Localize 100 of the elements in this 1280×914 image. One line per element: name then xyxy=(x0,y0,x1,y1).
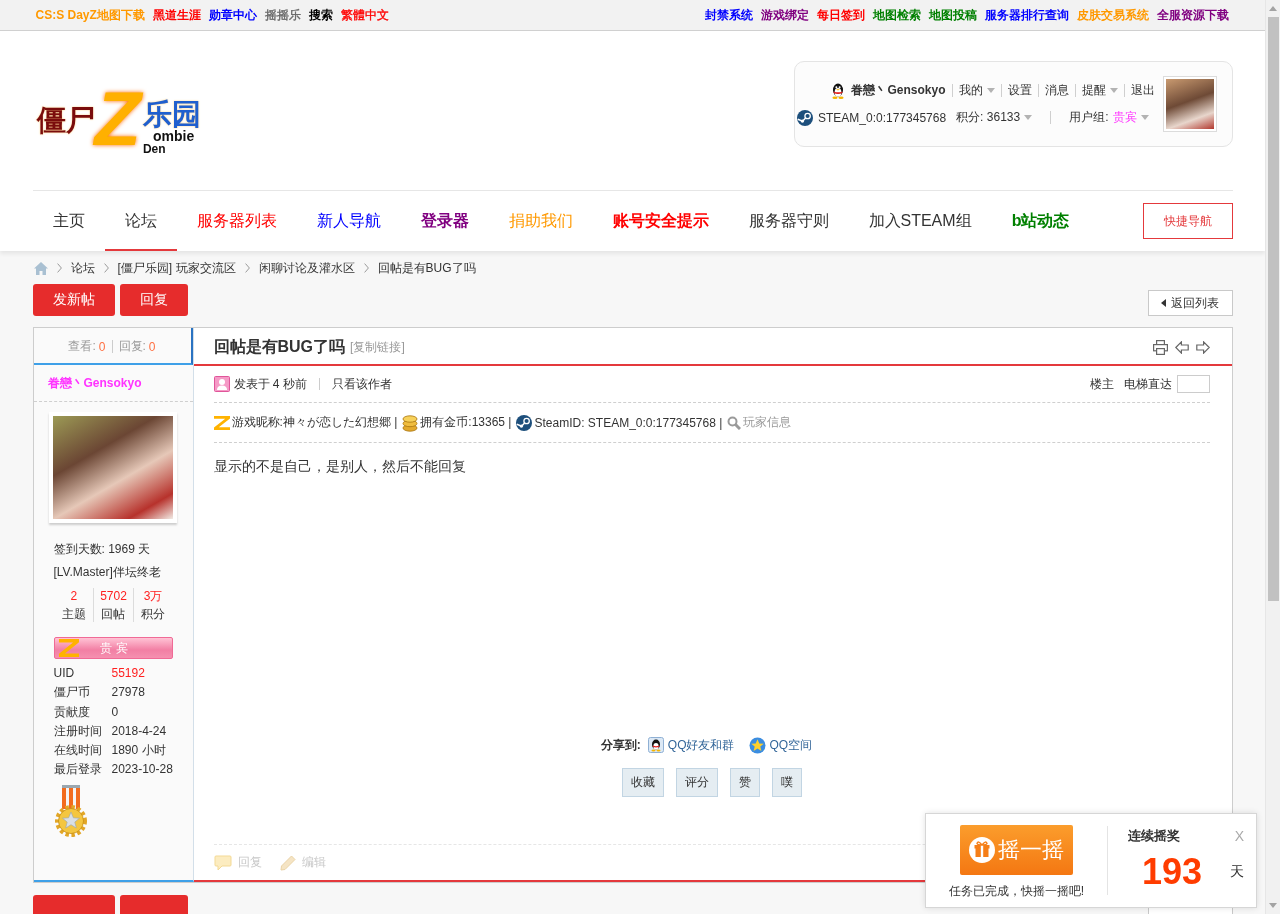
floor-input[interactable] xyxy=(1176,375,1210,393)
breadcrumb-link[interactable]: 闲聊讨论及灌水区 xyxy=(258,259,355,277)
scroll-down-icon[interactable] xyxy=(1269,903,1277,908)
arrow-left-icon[interactable] xyxy=(1174,340,1189,354)
breadcrumb-link[interactable]: [僵尸乐园] 玩家交流区 xyxy=(117,259,236,277)
home-icon[interactable] xyxy=(33,261,48,275)
top-link[interactable]: 勋章中心 xyxy=(208,6,257,24)
post-text: 显示的不是自己，是别人，然后不能回复 xyxy=(213,457,467,475)
chevron-icon xyxy=(103,263,109,273)
penguin-icon xyxy=(647,737,664,753)
new-thread-button[interactable]: 发新帖 xyxy=(32,284,115,316)
nav-link[interactable]: 账号安全提示 xyxy=(592,191,729,251)
top-link[interactable]: 游戏绑定 xyxy=(760,6,809,24)
caret-icon xyxy=(1140,115,1149,120)
top-link[interactable]: 地图投稿 xyxy=(928,6,977,24)
thread-title: 回帖是有BUG了吗 xyxy=(213,336,346,357)
z-icon xyxy=(213,415,230,430)
top-link[interactable]: 繁體中文 xyxy=(340,6,389,24)
arrow-right-icon[interactable] xyxy=(1195,340,1210,354)
views-count: 0 xyxy=(98,339,106,354)
triangle-left-icon xyxy=(1161,299,1166,307)
points-link[interactable]: 积分: 36133 xyxy=(956,109,1033,126)
profile-value: 55192 xyxy=(111,665,146,682)
steam-id: STEAM_0:0:177345768 xyxy=(818,110,947,125)
coins-text: 拥有金币:13365 | xyxy=(420,414,512,431)
profile-value: 27978 xyxy=(111,684,146,702)
nav-link[interactable]: 新人导航 xyxy=(296,191,401,251)
nav-link[interactable]: b站动态 xyxy=(991,191,1090,251)
top-link[interactable]: 全服资源下载 xyxy=(1156,6,1229,24)
nav-link[interactable]: 主页 xyxy=(32,191,105,251)
post-action-button[interactable]: 噗 xyxy=(771,768,802,797)
steam-id-text: SteamID: STEAM_0:0:177345768 | xyxy=(534,415,723,430)
nav-link[interactable]: 加入STEAM组 xyxy=(848,191,992,251)
chevron-icon xyxy=(363,263,369,273)
top-link[interactable]: 黑道生涯 xyxy=(152,6,201,24)
share-label: 分享到: xyxy=(600,736,641,754)
stat-value[interactable]: 5702 xyxy=(100,588,127,604)
top-link[interactable]: 地图检索 xyxy=(872,6,921,24)
stat-value[interactable]: 3万 xyxy=(143,588,163,604)
back-to-list-button[interactable]: 返回列表 xyxy=(1147,290,1233,316)
menu-link[interactable]: 退出 xyxy=(1130,82,1155,99)
author-only-link[interactable]: 只看该作者 xyxy=(331,375,392,393)
nav-link[interactable]: 登录器 xyxy=(400,191,489,251)
menu-link[interactable]: 消息 xyxy=(1044,82,1069,99)
reply-button[interactable]: 回复 xyxy=(119,284,188,316)
menu-link[interactable]: 提醒 xyxy=(1081,82,1118,99)
scroll-up-icon[interactable] xyxy=(1269,6,1277,11)
avatar-image[interactable] xyxy=(1163,77,1216,131)
scrollbar-thumb[interactable] xyxy=(1267,17,1279,601)
profile-label: 最后登录 xyxy=(53,761,103,779)
logo-subtitle: ombie xyxy=(152,129,195,143)
top-link[interactable]: 服务器排行查询 xyxy=(984,6,1069,24)
user-icon xyxy=(213,376,230,392)
search-icon xyxy=(727,415,742,430)
top-link[interactable]: 每日签到 xyxy=(816,6,865,24)
penguin-icon xyxy=(831,82,846,99)
share-link[interactable]: QQ空间 xyxy=(769,736,813,754)
replies-label: 回复: xyxy=(118,338,146,355)
nav-link[interactable]: 服务器列表 xyxy=(176,191,297,251)
quick-nav-button[interactable]: 快捷导航 xyxy=(1142,203,1233,239)
menu-link[interactable]: 设置 xyxy=(1007,82,1032,99)
pencil-icon xyxy=(279,854,296,871)
profile-label: 在线时间 xyxy=(53,742,103,760)
level-title: [LV.Master]伴坛终老 xyxy=(52,564,162,581)
share-link[interactable]: QQ好友和群 xyxy=(667,736,735,754)
medal-icon xyxy=(53,784,88,837)
username-link[interactable]: 眷戀丶Gensokyo xyxy=(851,82,946,99)
profile-label: 僵尸币 xyxy=(53,684,91,702)
popup-message: 任务已完成，快摇一摇吧! xyxy=(948,883,1085,900)
sign-days: 签到天数: 1969 天 xyxy=(33,538,193,561)
chevron-icon xyxy=(56,263,62,273)
post-action-button[interactable]: 评分 xyxy=(675,768,718,797)
scrollbar[interactable] xyxy=(1265,0,1280,914)
streak-unit: 天 xyxy=(1230,863,1244,881)
replies-count: 0 xyxy=(148,339,156,354)
group-label: 用户组: xyxy=(1069,109,1109,126)
gift-icon xyxy=(969,837,995,863)
breadcrumb-link[interactable]: 回帖是有BUG了吗 xyxy=(377,259,476,277)
stat-value[interactable]: 2 xyxy=(70,588,78,604)
print-icon[interactable] xyxy=(1152,339,1168,355)
floor-label: 楼主 xyxy=(1089,375,1114,393)
chevron-icon xyxy=(244,263,250,273)
avatar-image[interactable] xyxy=(49,412,177,523)
logo-title[interactable]: 乐园 xyxy=(142,100,201,129)
nav-link[interactable]: 服务器守则 xyxy=(728,191,849,251)
star-icon xyxy=(748,736,766,754)
speech-bubble-icon xyxy=(213,854,232,871)
nickname-text: 游戏昵称:神々が恋した幻想郷 | xyxy=(231,414,398,431)
nav-link[interactable]: 论坛 xyxy=(104,191,177,251)
jump-label: 电梯直达 xyxy=(1123,375,1172,393)
top-link[interactable]: 封禁系统 xyxy=(704,6,753,24)
caret-icon xyxy=(986,88,995,93)
top-link[interactable]: 搜索 xyxy=(308,6,333,24)
menu-link[interactable]: 我的 xyxy=(958,82,995,99)
streak-count: 193 xyxy=(1142,852,1203,892)
top-link[interactable]: 摇摇乐 xyxy=(264,6,301,24)
breadcrumb-link[interactable]: 论坛 xyxy=(70,259,95,277)
caret-icon xyxy=(1109,88,1118,93)
post-action-button[interactable]: 收藏 xyxy=(621,768,664,797)
post-action-button[interactable]: 赞 xyxy=(729,768,760,797)
